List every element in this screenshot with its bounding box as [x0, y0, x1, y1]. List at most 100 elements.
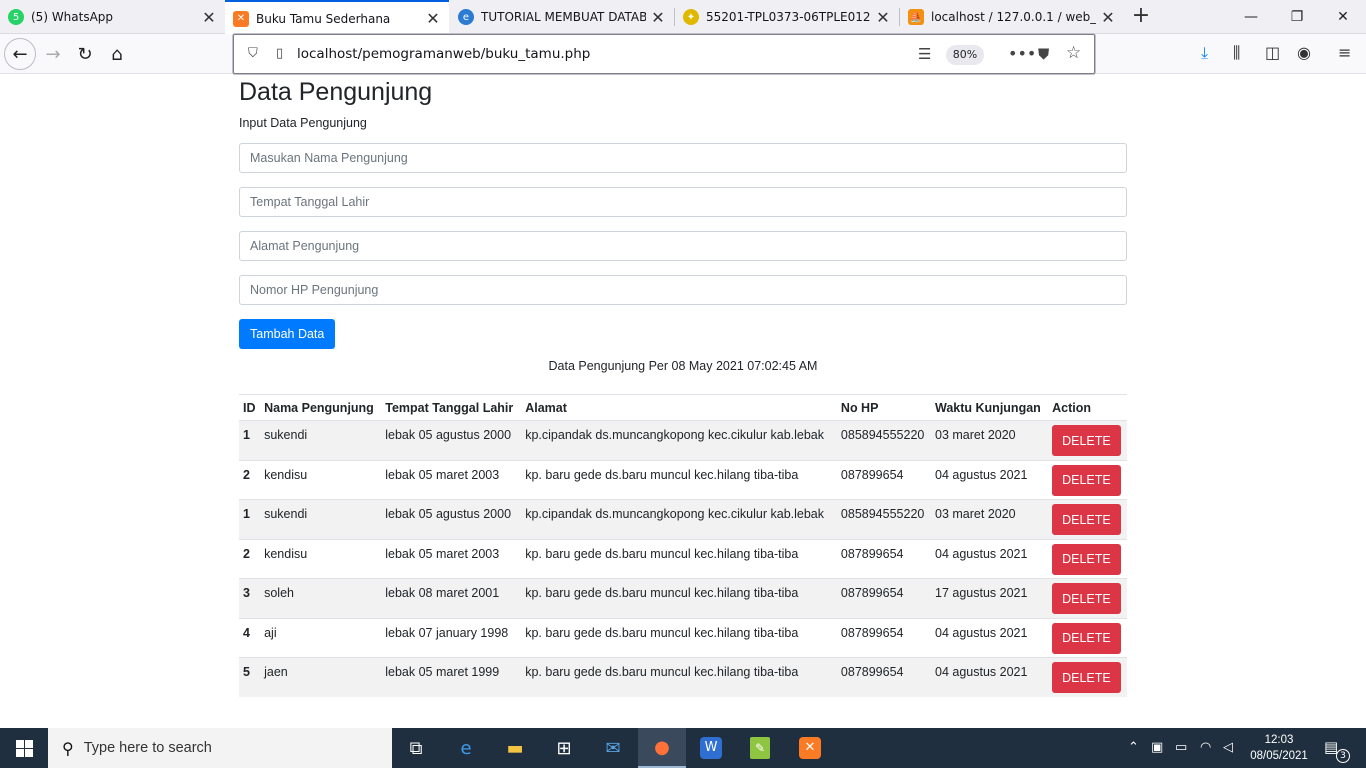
- notepad-plus-icon[interactable]: ✎: [736, 728, 784, 768]
- reader-view-icon[interactable]: ☰: [918, 45, 931, 63]
- column-header: ID: [239, 394, 261, 421]
- back-button[interactable]: ←: [4, 38, 36, 70]
- cell-ttl: lebak 05 maret 2003: [381, 459, 522, 500]
- cell-hp: 087899654: [836, 617, 932, 658]
- new-tab-button[interactable]: +: [1128, 4, 1154, 30]
- close-window-button[interactable]: ✕: [1320, 0, 1366, 34]
- cell-action: DELETE: [1048, 657, 1127, 697]
- battery-icon[interactable]: ▭: [1175, 740, 1187, 755]
- cell-action: DELETE: [1048, 420, 1127, 460]
- sidebar-icon[interactable]: ◫: [1265, 43, 1280, 62]
- meet-now-icon[interactable]: ▣: [1151, 740, 1163, 755]
- page-info-icon[interactable]: ▯: [276, 46, 283, 61]
- start-button[interactable]: [0, 728, 48, 768]
- cell-id: 1: [239, 420, 261, 460]
- tambah-data-button[interactable]: Tambah Data: [239, 319, 336, 349]
- volume-icon[interactable]: ◁: [1223, 740, 1233, 755]
- close-tab-icon[interactable]: ✕: [646, 8, 670, 27]
- zoom-level-badge[interactable]: 80%: [946, 45, 984, 65]
- tempat-tanggal-lahir-input[interactable]: [239, 187, 1127, 217]
- column-header: Tempat Tanggal Lahir: [381, 394, 522, 421]
- reload-button[interactable]: ↻: [69, 38, 101, 70]
- cell-waktu: 03 maret 2020: [931, 499, 1049, 539]
- cell-waktu: 17 agustus 2021: [931, 578, 1049, 618]
- wps-writer-icon[interactable]: W: [687, 728, 735, 768]
- table-row: 4 aji lebak 07 january 1998 kp. baru gede d…: [239, 617, 1127, 658]
- tab-phpmyadmin[interactable]: ⛵ localhost / 127.0.0.1 / web_latb ✕: [900, 0, 1124, 34]
- cell-hp: 087899654: [836, 578, 932, 618]
- cell-ttl: lebak 05 agustus 2000: [381, 420, 522, 460]
- delete-button[interactable]: DELETE: [1052, 662, 1121, 693]
- close-tab-icon[interactable]: ✕: [871, 8, 895, 27]
- cell-nama: kendisu: [260, 538, 382, 579]
- pocket-icon[interactable]: ⛊: [1038, 45, 1049, 63]
- downloads-icon[interactable]: ⤓: [1201, 43, 1208, 63]
- delete-button[interactable]: DELETE: [1052, 622, 1121, 654]
- table-row: 1 sukendi lebak 05 agustus 2000 kp.cipandak…: [239, 499, 1127, 539]
- url-text[interactable]: localhost/pemogramanweb/buku_tamu.php: [297, 46, 590, 62]
- cell-waktu: 04 agustus 2021: [931, 657, 1049, 697]
- whatsapp-icon: 5: [8, 9, 24, 25]
- cell-alamat: kp. baru gede ds.baru muncul kec.hilang …: [521, 578, 837, 618]
- cell-nama: sukendi: [260, 499, 382, 539]
- delete-button[interactable]: DELETE: [1052, 543, 1121, 575]
- microsoft-store-icon[interactable]: ⊞: [540, 728, 588, 768]
- account-icon[interactable]: ◉: [1297, 43, 1311, 62]
- home-button[interactable]: ⌂: [101, 38, 133, 70]
- windows-taskbar: ⚲ Type here to search ⧉ e ▬ ⊞ ✉ ● W ✎ ✕ …: [0, 728, 1366, 768]
- cell-id: 4: [239, 617, 261, 658]
- tab-tutorial[interactable]: e TUTORIAL MEMBUAT DATABAS ✕: [450, 0, 674, 34]
- close-tab-icon[interactable]: ✕: [421, 9, 445, 28]
- taskbar-clock[interactable]: 12:03 08/05/2021: [1248, 732, 1310, 764]
- delete-button[interactable]: DELETE: [1052, 504, 1121, 535]
- wifi-icon[interactable]: ◠: [1200, 740, 1211, 755]
- xampp-icon[interactable]: ✕: [786, 728, 834, 768]
- tab-university[interactable]: ✦ 55201-TPL0373-06TPLE012-202 ✕: [675, 0, 899, 34]
- tab-buku-tamu[interactable]: ✕ Buku Tamu Sederhana ✕: [225, 0, 449, 35]
- university-icon: ✦: [683, 9, 699, 25]
- taskbar-search-box[interactable]: ⚲ Type here to search: [48, 728, 392, 768]
- close-tab-icon[interactable]: ✕: [197, 8, 221, 27]
- address-bar[interactable]: ⛉ ▯ localhost/pemogramanweb/buku_tamu.ph…: [233, 34, 1095, 74]
- close-tab-icon[interactable]: ✕: [1096, 8, 1120, 27]
- delete-button[interactable]: DELETE: [1052, 425, 1121, 456]
- library-icon[interactable]: ⫼: [1233, 43, 1240, 63]
- cell-ttl: lebak 05 agustus 2000: [381, 499, 522, 539]
- cell-waktu: 03 maret 2020: [931, 420, 1049, 460]
- table-row: 5 jaen lebak 05 maret 1999 kp. baru gede ds…: [239, 657, 1127, 697]
- alamat-pengunjung-input[interactable]: [239, 231, 1127, 261]
- page-title: Data Pengunjung: [239, 78, 433, 106]
- browser-tab-strip: 5 (5) WhatsApp ✕ ✕ Buku Tamu Sederhana ✕…: [0, 0, 1366, 35]
- restore-button[interactable]: ❐: [1274, 0, 1320, 34]
- edge-icon: e: [458, 9, 474, 25]
- menu-icon[interactable]: ≡: [1338, 43, 1351, 62]
- nama-pengunjung-input[interactable]: [239, 143, 1127, 173]
- form-subtitle: Input Data Pengunjung: [239, 116, 367, 130]
- forward-button[interactable]: →: [37, 38, 69, 70]
- navigation-toolbar: ← → ↻ ⌂ ⛉ ▯ localhost/pemogramanweb/buku…: [0, 34, 1366, 74]
- page-actions-icon[interactable]: •••: [1008, 44, 1036, 63]
- cell-id: 2: [239, 538, 261, 579]
- cell-action: DELETE: [1048, 538, 1127, 579]
- notepad-glyph: ✎: [750, 737, 770, 759]
- cell-alamat: kp. baru gede ds.baru muncul kec.hilang …: [521, 459, 837, 500]
- bookmark-star-icon[interactable]: ☆: [1066, 43, 1081, 63]
- mail-icon[interactable]: ✉: [589, 728, 637, 768]
- cell-hp: 087899654: [836, 538, 932, 579]
- tab-title: Buku Tamu Sederhana: [256, 11, 391, 26]
- delete-button[interactable]: DELETE: [1052, 464, 1121, 496]
- delete-button[interactable]: DELETE: [1052, 583, 1121, 614]
- tab-title: (5) WhatsApp: [31, 10, 114, 24]
- nomor-hp-input[interactable]: [239, 275, 1127, 305]
- search-placeholder: Type here to search: [83, 740, 212, 756]
- page-content: Data Pengunjung Input Data Pengunjung Ta…: [239, 74, 1127, 697]
- shield-icon[interactable]: ⛉: [248, 46, 258, 61]
- show-hidden-icons-icon[interactable]: ⌃: [1128, 740, 1139, 755]
- minimize-button[interactable]: —: [1228, 0, 1274, 34]
- edge-icon[interactable]: e: [442, 728, 490, 768]
- firefox-icon[interactable]: ●: [638, 728, 686, 768]
- file-explorer-icon[interactable]: ▬: [491, 728, 539, 768]
- task-view-icon[interactable]: ⧉: [392, 728, 440, 768]
- tab-title: TUTORIAL MEMBUAT DATABAS: [481, 10, 646, 24]
- tab-whatsapp[interactable]: 5 (5) WhatsApp ✕: [0, 0, 225, 34]
